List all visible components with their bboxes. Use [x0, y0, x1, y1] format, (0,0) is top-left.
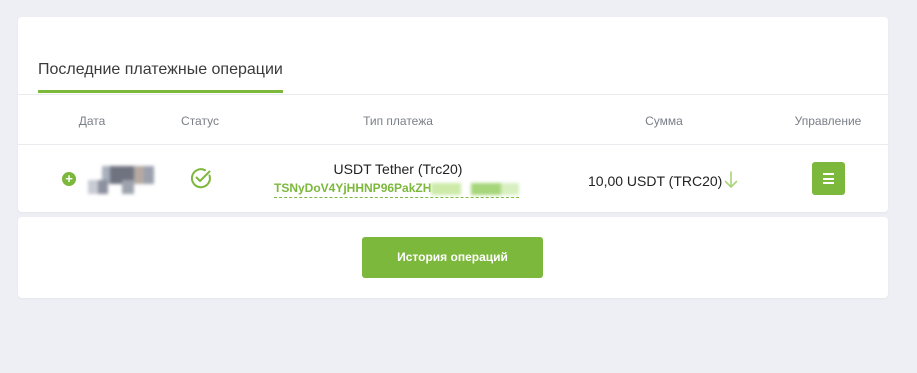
column-header-status: Статус — [181, 114, 219, 128]
row-menu-button[interactable] — [812, 162, 845, 195]
check-circle-icon — [190, 168, 211, 189]
table-header: Дата Статус Тип платежа Сумма Управление — [18, 95, 888, 145]
payment-amount: 10,00 USDT (TRC20) — [588, 173, 723, 189]
tab-bar: Последние платежные операции — [18, 17, 888, 95]
table-row: + USDT Tether (Trc20) TSNyDoV4YjHHNP96Pa… — [18, 145, 888, 212]
column-header-type: Тип платежа — [363, 114, 433, 128]
history-button[interactable]: История операций — [362, 237, 543, 278]
address-redacted — [431, 182, 520, 195]
wallet-address-link[interactable]: TSNyDoV4YjHHNP96PakZH — [274, 181, 520, 198]
payment-type: USDT Tether (Trc20) — [333, 161, 463, 177]
expand-row-icon[interactable]: + — [62, 172, 76, 186]
payments-card: Последние платежные операции Дата Статус… — [18, 17, 888, 212]
tab-recent-payments[interactable]: Последние платежные операции — [38, 61, 283, 93]
column-header-date: Дата — [78, 114, 106, 128]
column-header-manage: Управление — [794, 114, 862, 128]
history-card: История операций — [18, 217, 888, 298]
menu-icon — [823, 173, 834, 175]
arrow-down-icon — [724, 171, 738, 188]
date-cell-redacted — [88, 160, 162, 196]
wallet-address-text: TSNyDoV4YjHHNP96PakZH — [274, 181, 432, 195]
column-header-amount: Сумма — [645, 114, 683, 128]
